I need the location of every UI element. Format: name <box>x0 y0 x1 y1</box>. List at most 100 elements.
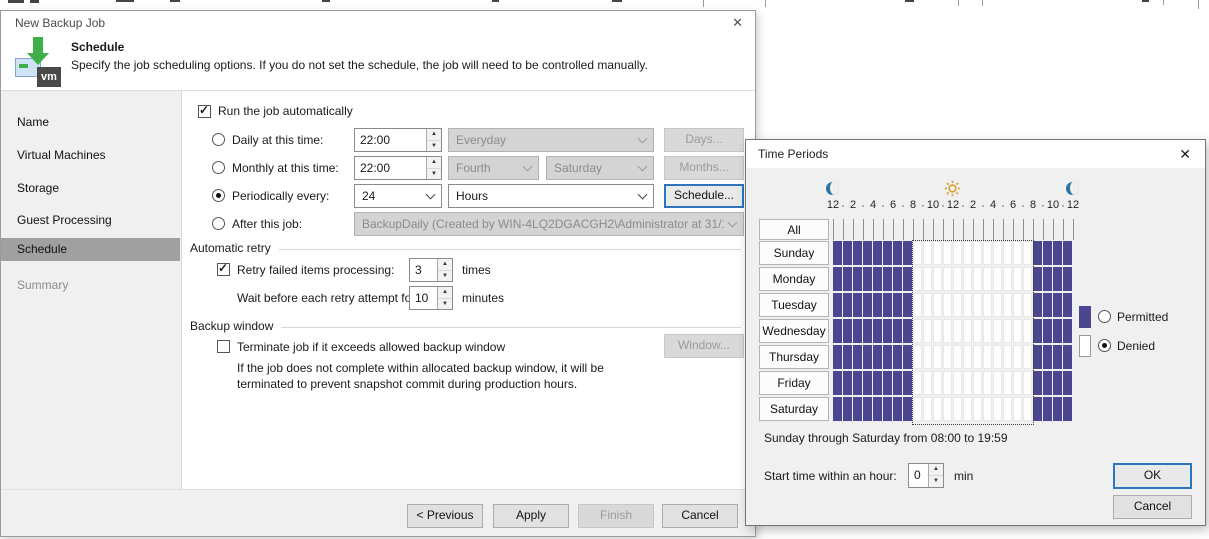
day-label-friday[interactable]: Friday <box>759 371 829 395</box>
grid-cell[interactable] <box>863 371 872 395</box>
grid-cell[interactable] <box>1063 293 1072 317</box>
sidebar-item-summary[interactable]: Summary <box>1 274 180 297</box>
period-unit-dropdown[interactable]: Hours <box>448 184 654 208</box>
grid-cell[interactable] <box>893 371 902 395</box>
grid-cell[interactable] <box>853 371 862 395</box>
grid-cell[interactable] <box>1053 267 1062 291</box>
grid-cell[interactable] <box>883 267 892 291</box>
grid-cell[interactable] <box>883 241 892 265</box>
finish-button[interactable]: Finish <box>578 504 654 528</box>
spin-up-icon[interactable]: ▲ <box>438 287 452 299</box>
grid-cell[interactable] <box>903 267 912 291</box>
days-button[interactable]: Days... <box>664 128 744 152</box>
monthly-time-spinner[interactable]: 22:00 ▲▼ <box>354 156 442 180</box>
run-automatically-checkbox[interactable] <box>198 105 211 118</box>
sidebar-item-storage[interactable]: Storage <box>1 177 180 200</box>
grid-cell[interactable] <box>903 371 912 395</box>
spin-up-icon[interactable]: ▲ <box>427 157 441 169</box>
spin-up-icon[interactable]: ▲ <box>929 464 943 476</box>
grid-cell[interactable] <box>863 345 872 369</box>
grid-cell[interactable] <box>843 371 852 395</box>
after-job-radio[interactable] <box>212 217 225 230</box>
grid-cell[interactable] <box>833 241 842 265</box>
grid-cell[interactable] <box>873 293 882 317</box>
spin-up-icon[interactable]: ▲ <box>427 129 441 141</box>
schedule-button[interactable]: Schedule... <box>664 184 744 208</box>
daily-radio[interactable] <box>212 133 225 146</box>
grid-cell[interactable] <box>893 267 902 291</box>
grid-cell[interactable] <box>843 293 852 317</box>
daily-time-spinner[interactable]: 22:00 ▲▼ <box>354 128 442 152</box>
grid-cell[interactable] <box>1033 345 1042 369</box>
grid-cell[interactable] <box>1033 319 1042 343</box>
months-button[interactable]: Months... <box>664 156 744 180</box>
grid-cell[interactable] <box>843 319 852 343</box>
day-label-sunday[interactable]: Sunday <box>759 241 829 265</box>
previous-button[interactable]: < Previous <box>407 504 483 528</box>
grid-cell[interactable] <box>903 293 912 317</box>
spin-up-icon[interactable]: ▲ <box>438 259 452 271</box>
after-job-dropdown[interactable]: BackupDaily (Created by WIN-4LQ2DGACGH2\… <box>354 212 744 236</box>
grid-cell[interactable] <box>1043 241 1052 265</box>
grid-cell[interactable] <box>833 397 842 421</box>
spin-down-icon[interactable]: ▼ <box>427 169 441 180</box>
grid-cell[interactable] <box>833 345 842 369</box>
permitted-radio[interactable] <box>1098 310 1111 323</box>
spin-down-icon[interactable]: ▼ <box>438 299 452 310</box>
window-button[interactable]: Window... <box>664 334 744 358</box>
grid-cell[interactable] <box>893 397 902 421</box>
sidebar-item-guest-processing[interactable]: Guest Processing <box>1 209 180 232</box>
sidebar-item-schedule[interactable]: Schedule <box>1 238 180 261</box>
grid-cell[interactable] <box>1063 397 1072 421</box>
grid-cell[interactable] <box>853 241 862 265</box>
grid-cell[interactable] <box>873 267 882 291</box>
grid-cell[interactable] <box>1063 319 1072 343</box>
grid-cell[interactable] <box>873 371 882 395</box>
day-label-wednesday[interactable]: Wednesday <box>759 319 829 343</box>
grid-cell[interactable] <box>1043 293 1052 317</box>
cancel-button[interactable]: Cancel <box>662 504 738 528</box>
grid-cell[interactable] <box>1063 371 1072 395</box>
day-label-saturday[interactable]: Saturday <box>759 397 829 421</box>
grid-cell[interactable] <box>1033 293 1042 317</box>
grid-cell[interactable] <box>1033 267 1042 291</box>
grid-cell[interactable] <box>883 397 892 421</box>
grid-cell[interactable] <box>863 293 872 317</box>
grid-cell[interactable] <box>1043 319 1052 343</box>
grid-cell[interactable] <box>883 371 892 395</box>
grid-cell[interactable] <box>1043 267 1052 291</box>
retry-checkbox[interactable] <box>217 263 230 276</box>
grid-all-button[interactable]: All <box>759 219 829 240</box>
grid-cell[interactable] <box>903 241 912 265</box>
start-time-spinner[interactable]: 0 ▲▼ <box>908 463 944 488</box>
day-label-monday[interactable]: Monday <box>759 267 829 291</box>
daily-frequency-dropdown[interactable]: Everyday <box>448 128 654 152</box>
grid-cell[interactable] <box>853 345 862 369</box>
grid-cell[interactable] <box>1043 397 1052 421</box>
grid-cell[interactable] <box>833 371 842 395</box>
day-label-tuesday[interactable]: Tuesday <box>759 293 829 317</box>
grid-cell[interactable] <box>893 345 902 369</box>
grid-cell[interactable] <box>843 241 852 265</box>
retry-count-spinner[interactable]: 3 ▲▼ <box>409 258 453 282</box>
grid-cell[interactable] <box>873 345 882 369</box>
terminate-checkbox[interactable] <box>217 340 230 353</box>
grid-cell[interactable] <box>873 397 882 421</box>
grid-cell[interactable] <box>1063 267 1072 291</box>
close-icon[interactable]: ✕ <box>732 15 743 31</box>
spin-down-icon[interactable]: ▼ <box>427 141 441 152</box>
apply-button[interactable]: Apply <box>493 504 569 528</box>
denied-radio[interactable] <box>1098 339 1111 352</box>
grid-cell[interactable] <box>893 241 902 265</box>
grid-cell[interactable] <box>903 397 912 421</box>
grid-cell[interactable] <box>1063 345 1072 369</box>
grid-cell[interactable] <box>853 319 862 343</box>
grid-cell[interactable] <box>883 293 892 317</box>
grid-cell[interactable] <box>1043 345 1052 369</box>
grid-cell[interactable] <box>853 267 862 291</box>
grid-cell[interactable] <box>843 267 852 291</box>
grid-cell[interactable] <box>863 241 872 265</box>
grid-cell[interactable] <box>883 319 892 343</box>
grid-cell[interactable] <box>843 345 852 369</box>
grid-cell[interactable] <box>903 345 912 369</box>
